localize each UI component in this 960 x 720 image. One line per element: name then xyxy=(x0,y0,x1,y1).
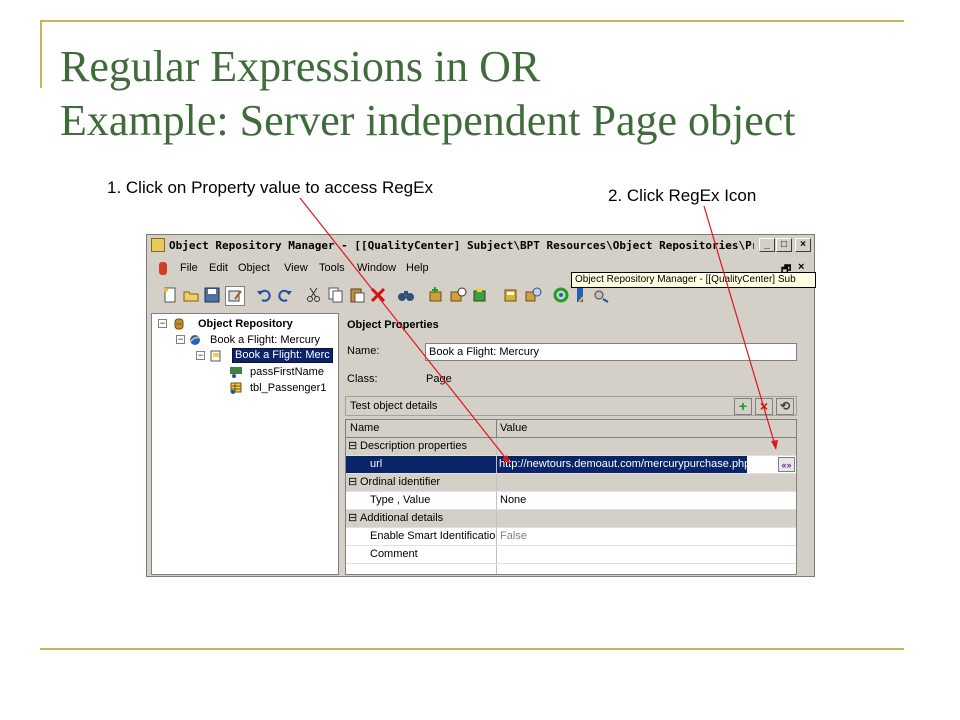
arrowhead-regex-icon xyxy=(771,440,778,450)
arrow-to-url-value xyxy=(299,197,509,462)
annotation-arrows xyxy=(299,197,778,465)
arrowhead-url-value xyxy=(502,455,511,465)
arrow-to-regex-icon xyxy=(703,205,776,446)
